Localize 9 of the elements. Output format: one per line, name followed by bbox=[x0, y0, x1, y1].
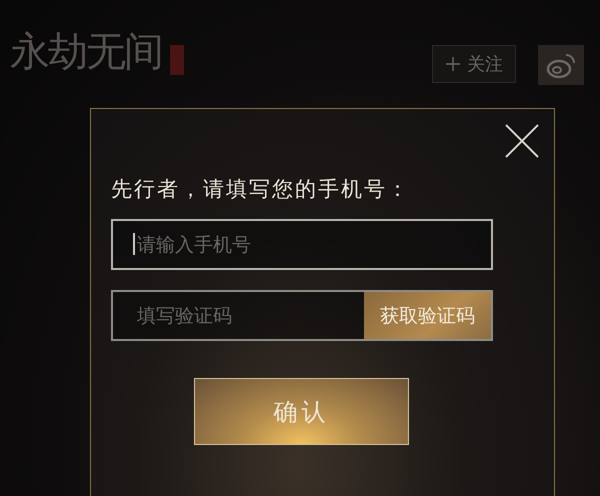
close-icon[interactable] bbox=[504, 123, 540, 159]
plus-icon bbox=[445, 56, 461, 72]
confirm-button[interactable]: 确认 bbox=[194, 378, 409, 445]
text-cursor bbox=[133, 233, 135, 255]
game-logo: 永劫无间 bbox=[10, 28, 163, 77]
prompt-text: 先行者，请填写您的手机号： bbox=[111, 176, 411, 203]
follow-button[interactable]: 关注 bbox=[432, 45, 516, 83]
phone-input-field[interactable]: 请输入手机号 bbox=[111, 219, 493, 270]
weibo-icon[interactable] bbox=[538, 45, 584, 85]
